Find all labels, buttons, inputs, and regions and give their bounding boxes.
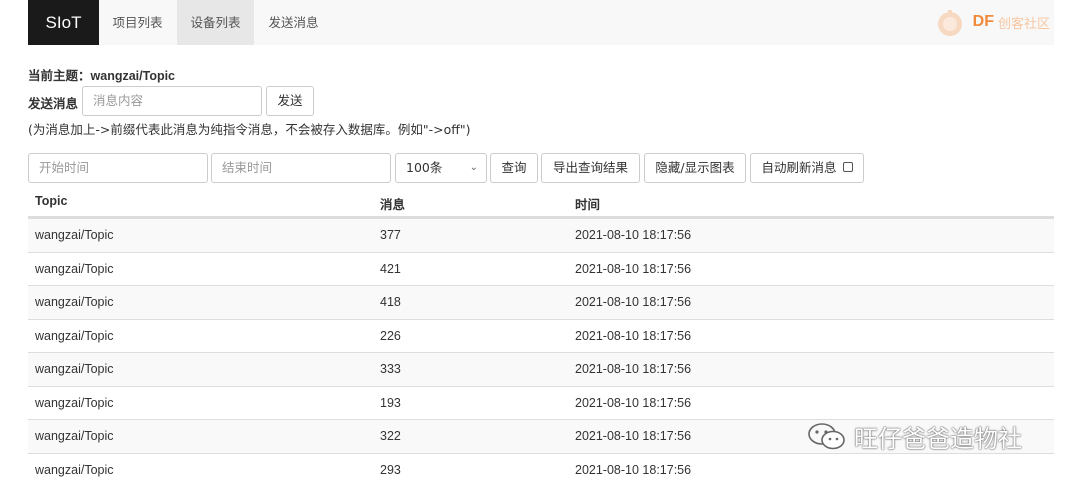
df-logo-text: DF [972, 13, 994, 30]
wechat-icon [808, 422, 845, 449]
cell-message: 322 [380, 429, 401, 443]
current-topic: 当前主题：wangzai/Topic [28, 65, 175, 84]
cell-message: 226 [380, 328, 401, 343]
cell-message: 293 [380, 462, 401, 477]
cell-message: 333 [380, 362, 401, 376]
limit-select-value: 100条 [406, 160, 443, 175]
df-logo-subtext: 创客社区 [997, 16, 1050, 32]
auto-refresh-toggle[interactable]: 自动刷新消息 [750, 153, 864, 183]
cell-message: 418 [380, 295, 401, 309]
start-time-input[interactable]: 开始时间 [28, 153, 208, 183]
cell-message: 193 [380, 395, 401, 410]
table-row: wangzai/Topic 421 2021-08-10 18:17:56 [28, 251, 1054, 286]
cell-time: 2021-08-10 18:17:56 [575, 362, 692, 376]
export-results-button[interactable]: 导出查询结果 [541, 153, 640, 183]
auto-refresh-checkbox[interactable] [842, 162, 853, 172]
cell-topic: wangzai/Topic [35, 295, 114, 309]
cell-time: 2021-08-10 18:17:56 [575, 295, 692, 309]
limit-select[interactable]: 100条 ⌄ [395, 153, 487, 183]
end-time-input[interactable]: 结束时间 [211, 153, 391, 183]
current-topic-label: 当前主题： [28, 68, 91, 83]
header-time: 时间 [575, 198, 601, 212]
toggle-chart-button[interactable]: 隐藏/显示图表 [644, 153, 746, 183]
cell-time: 2021-08-10 18:17:56 [575, 462, 692, 477]
current-topic-value: wangzai/Topic [90, 69, 176, 83]
cell-topic: wangzai/Topic [35, 328, 114, 343]
chevron-down-icon: ⌄ [469, 162, 478, 173]
send-button[interactable]: 发送 [266, 86, 314, 116]
cell-time: 2021-08-10 18:17:56 [575, 429, 692, 443]
cell-message: 377 [380, 228, 401, 242]
cell-message: 421 [380, 261, 401, 276]
watermark: 旺仔爸爸造物社 [806, 419, 1022, 454]
cell-topic: wangzai/Topic [35, 362, 114, 376]
table-row: wangzai/Topic 333 2021-08-10 18:17:56 [28, 352, 1054, 386]
table-header: Topic 消息 时间 [28, 186, 1054, 218]
send-hint: (为消息加上->前缀代表此消息为纯指令消息，不会被存入数据库。例如"->off"… [28, 122, 471, 137]
table-row: wangzai/Topic 418 2021-08-10 18:17:56 [28, 285, 1054, 319]
table-row: wangzai/Topic 293 2021-08-10 18:17:56 [28, 452, 1054, 484]
watermark-text: 旺仔爸爸造物社 [854, 425, 1022, 453]
table-row: wangzai/Topic 193 2021-08-10 18:17:56 [28, 385, 1054, 420]
nav-item-devices[interactable]: 设备列表 [177, 0, 254, 45]
query-button[interactable]: 查询 [490, 153, 538, 183]
auto-refresh-label: 自动刷新消息 [761, 160, 837, 175]
cell-topic: wangzai/Topic [35, 429, 114, 443]
cell-time: 2021-08-10 18:17:56 [575, 261, 692, 276]
header-topic: Topic [35, 194, 68, 208]
cell-time: 2021-08-10 18:17:56 [575, 328, 692, 343]
cell-topic: wangzai/Topic [35, 261, 114, 276]
df-badge-icon [937, 10, 962, 36]
cell-topic: wangzai/Topic [35, 395, 114, 410]
navbar: SIoT 项目列表 设备列表 发送消息 DF 创客社区 [28, 0, 1054, 45]
cell-topic: wangzai/Topic [35, 228, 114, 242]
brand-logo[interactable]: SIoT [28, 0, 99, 45]
table-row: wangzai/Topic 377 2021-08-10 18:17:56 [28, 218, 1054, 252]
header-message: 消息 [380, 198, 406, 212]
nav-item-send-message[interactable]: 发送消息 [255, 0, 332, 45]
send-message-label: 发送消息 [28, 96, 79, 111]
cell-time: 2021-08-10 18:17:56 [575, 228, 692, 242]
cell-topic: wangzai/Topic [35, 462, 114, 477]
cell-time: 2021-08-10 18:17:56 [575, 395, 692, 410]
message-input[interactable]: 消息内容 [82, 86, 262, 116]
table-row: wangzai/Topic 226 2021-08-10 18:17:56 [28, 318, 1054, 353]
nav-item-projects[interactable]: 项目列表 [99, 0, 176, 45]
df-logo: DF 创客社区 [933, 6, 1050, 38]
